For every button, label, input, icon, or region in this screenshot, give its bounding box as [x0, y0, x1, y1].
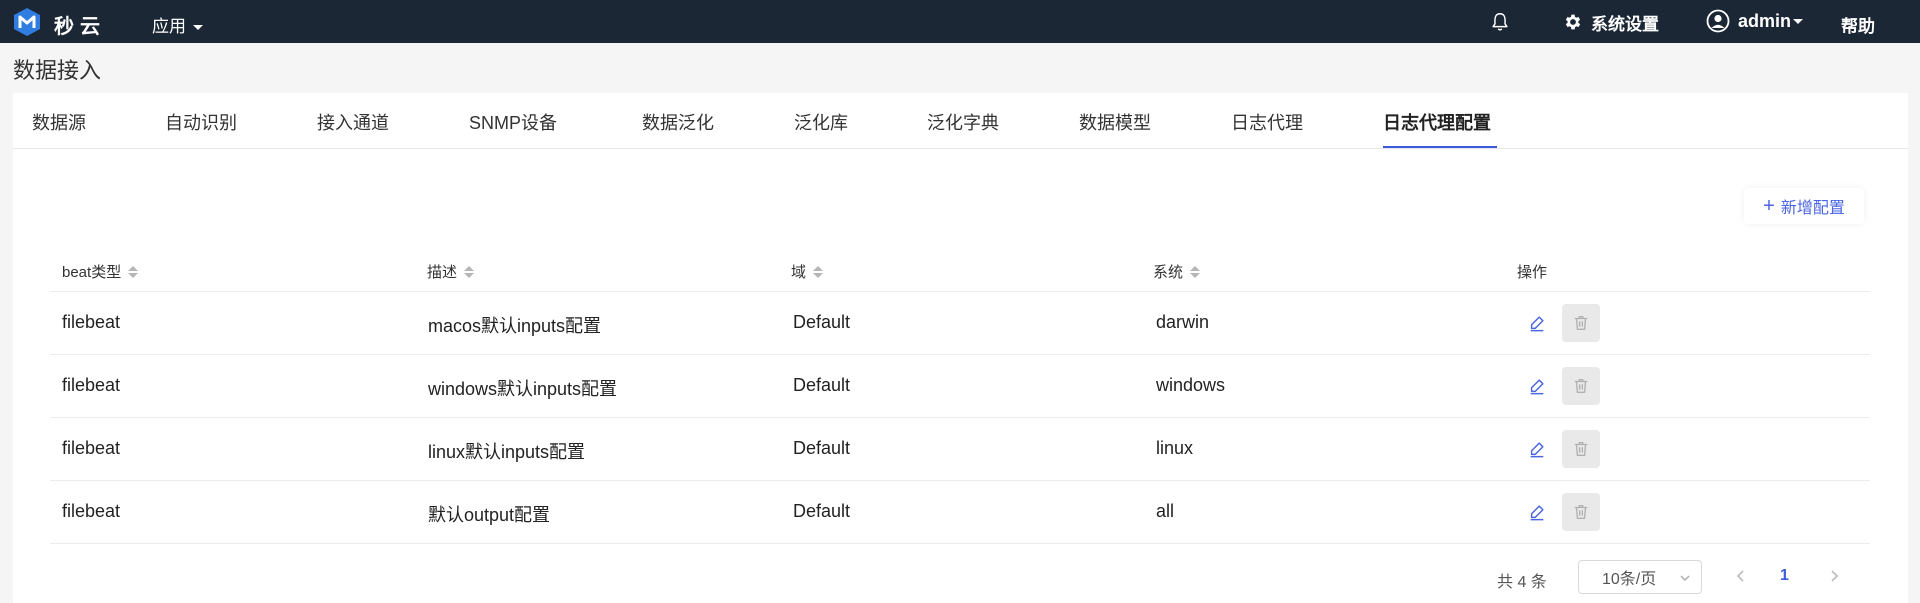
- column-header-description[interactable]: 描述: [427, 261, 475, 282]
- tab-generalization-dictionary[interactable]: 泛化字典: [927, 109, 999, 135]
- page-size-label: 10条/页: [1602, 571, 1657, 588]
- cell-domain: Default: [793, 312, 851, 332]
- app-menu-dropdown[interactable]: 应用: [152, 12, 203, 37]
- column-header-label: 系统: [1153, 264, 1184, 281]
- table-header: beat类型 描述 域 系统 操作: [50, 250, 1870, 292]
- cell-beat-type: filebeat: [62, 501, 121, 521]
- add-config-button[interactable]: + 新增配置: [1744, 188, 1864, 224]
- edit-button[interactable]: [1518, 493, 1556, 531]
- tab-bar: 数据源 自动识别 接入通道 SNMP设备 数据泛化 泛化库 泛化字典 数据模型 …: [13, 93, 1908, 149]
- cell-description: 默认output配置: [428, 505, 551, 525]
- gear-icon: [1565, 14, 1581, 30]
- username-label: admin: [1738, 10, 1792, 31]
- bell-icon[interactable]: [1489, 11, 1511, 33]
- active-tab-indicator: [1383, 146, 1497, 148]
- pencil-icon: [1530, 442, 1544, 458]
- page-number-current[interactable]: 1: [1780, 567, 1789, 585]
- sort-icon[interactable]: [813, 265, 824, 278]
- cell-system: linux: [1156, 438, 1194, 458]
- brand-name: 秒云: [54, 16, 106, 38]
- column-header-system[interactable]: 系统: [1153, 261, 1201, 282]
- column-header-label: beat类型: [62, 264, 122, 281]
- cell-system: all: [1156, 501, 1175, 521]
- config-table: beat类型 描述 域 系统 操作 filebeat macos默认inputs…: [50, 250, 1870, 544]
- caret-down-icon: [192, 25, 203, 31]
- user-menu-dropdown[interactable]: admin: [1706, 9, 1804, 33]
- pencil-icon: [1530, 316, 1544, 332]
- chevron-right-icon[interactable]: [1827, 568, 1841, 584]
- tab-data-model[interactable]: 数据模型: [1079, 109, 1151, 135]
- tab-log-agent[interactable]: 日志代理: [1231, 109, 1303, 135]
- page-size-select[interactable]: 10条/页: [1578, 560, 1702, 594]
- sort-icon[interactable]: [1190, 265, 1201, 278]
- tab-generalization-library[interactable]: 泛化库: [794, 109, 848, 135]
- table-row: filebeat windows默认inputs配置 Default windo…: [50, 355, 1870, 418]
- user-avatar-icon: [1706, 9, 1730, 33]
- edit-button[interactable]: [1518, 367, 1556, 405]
- trash-icon: [1574, 379, 1588, 393]
- sort-icon[interactable]: [128, 265, 139, 278]
- edit-button[interactable]: [1518, 304, 1556, 342]
- cell-description: windows默认inputs配置: [428, 379, 618, 399]
- cell-description: macos默认inputs配置: [428, 316, 602, 336]
- column-header-actions: 操作: [1517, 264, 1548, 281]
- cell-system: windows: [1156, 375, 1226, 395]
- column-header-domain[interactable]: 域: [791, 261, 824, 282]
- tab-data-generalization[interactable]: 数据泛化: [642, 109, 714, 135]
- tab-log-agent-config[interactable]: 日志代理配置: [1383, 109, 1491, 135]
- total-count: 共 4 条: [1497, 574, 1547, 591]
- cell-system: darwin: [1156, 312, 1210, 332]
- add-config-label: 新增配置: [1780, 200, 1845, 217]
- tab-auto-detect[interactable]: 自动识别: [165, 109, 237, 135]
- table-row: filebeat macos默认inputs配置 Default darwin: [50, 292, 1870, 355]
- table-row: filebeat linux默认inputs配置 Default linux: [50, 418, 1870, 481]
- app-menu-label: 应用: [152, 17, 186, 36]
- trash-icon: [1574, 316, 1588, 330]
- delete-button[interactable]: [1562, 367, 1600, 405]
- table-row: filebeat 默认output配置 Default all: [50, 481, 1870, 544]
- caret-down-icon: [1793, 18, 1804, 24]
- cell-description: linux默认inputs配置: [428, 442, 586, 462]
- trash-icon: [1574, 505, 1588, 519]
- pencil-icon: [1530, 505, 1544, 521]
- trash-icon: [1574, 442, 1588, 456]
- column-header-beat-type[interactable]: beat类型: [62, 261, 139, 282]
- delete-button[interactable]: [1562, 304, 1600, 342]
- column-header-label: 域: [791, 264, 807, 281]
- system-settings-label: 系统设置: [1591, 14, 1659, 34]
- pencil-icon: [1530, 379, 1544, 395]
- tab-snmp-device[interactable]: SNMP设备: [469, 109, 557, 135]
- cell-domain: Default: [793, 438, 851, 458]
- cell-domain: Default: [793, 375, 851, 395]
- help-link[interactable]: 帮助: [1841, 12, 1875, 37]
- delete-button[interactable]: [1562, 430, 1600, 468]
- cell-beat-type: filebeat: [62, 375, 121, 395]
- cell-domain: Default: [793, 501, 851, 521]
- column-header-label: 描述: [427, 264, 458, 281]
- delete-button[interactable]: [1562, 493, 1600, 531]
- cell-beat-type: filebeat: [62, 438, 121, 458]
- top-navigation-bar: 秒云 应用 系统设置 admin 帮助: [0, 0, 1920, 43]
- page-title: 数据接入: [13, 58, 102, 83]
- logo-icon[interactable]: [12, 7, 42, 37]
- cell-beat-type: filebeat: [62, 312, 121, 332]
- system-settings-button[interactable]: 系统设置: [1563, 11, 1659, 34]
- plus-icon: +: [1763, 195, 1775, 217]
- tab-ingest-channel[interactable]: 接入通道: [317, 109, 389, 135]
- table-body: filebeat macos默认inputs配置 Default darwin …: [50, 292, 1870, 544]
- edit-button[interactable]: [1518, 430, 1556, 468]
- chevron-left-icon[interactable]: [1734, 568, 1748, 584]
- tab-data-source[interactable]: 数据源: [32, 109, 86, 135]
- sort-icon[interactable]: [464, 265, 475, 278]
- chevron-down-icon: [1680, 575, 1690, 581]
